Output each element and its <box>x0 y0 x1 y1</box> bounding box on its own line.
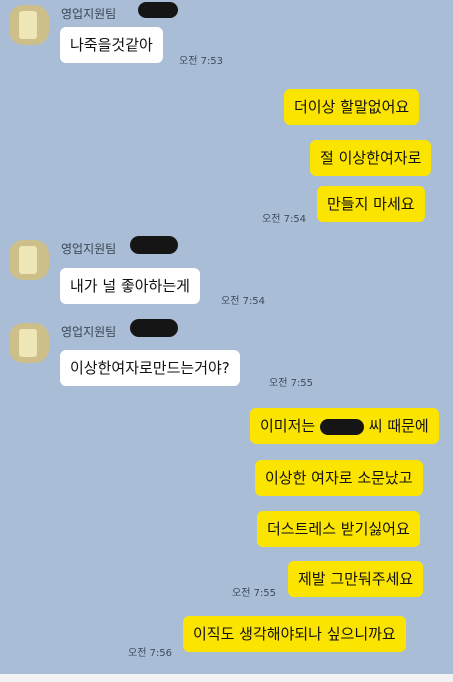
message-bubble-incoming[interactable]: 내가 널 좋아하는게 <box>60 268 200 304</box>
message-bubble-outgoing[interactable]: 절 이상한여자로 <box>310 140 432 176</box>
sender-name: 영업지원팀 <box>61 7 117 21</box>
sender-avatar[interactable] <box>9 5 49 45</box>
message-time: 오전 7:54 <box>221 296 266 307</box>
message-time: 오전 7:54 <box>262 214 307 225</box>
message-time: 오전 7:53 <box>179 56 224 67</box>
message-time: 오전 7:55 <box>232 588 277 599</box>
redaction-mark <box>130 319 178 337</box>
sender-avatar[interactable] <box>9 323 49 363</box>
redaction-mark <box>319 418 364 435</box>
message-bubble-outgoing[interactable]: 더스트레스 받기싫어요 <box>257 511 420 547</box>
message-time: 오전 7:55 <box>269 378 314 389</box>
message-text: 이미저는 <box>260 417 316 435</box>
message-bubble-outgoing[interactable]: 이상한 여자로 소문났고 <box>255 460 423 496</box>
message-bubble-outgoing[interactable]: 제발 그만둬주세요 <box>288 561 424 597</box>
message-bubble-outgoing[interactable]: 더이상 할말없어요 <box>284 89 420 125</box>
message-bubble-outgoing[interactable]: 만들지 마세요 <box>317 186 425 222</box>
sender-name: 영업지원팀 <box>61 242 117 256</box>
message-time: 오전 7:56 <box>128 648 173 659</box>
sender-name: 영업지원팀 <box>61 325 117 339</box>
chat-area: 영업지원팀 나죽을것같아 오전 7:53 더이상 할말없어요 절 이상한여자로 … <box>0 0 453 682</box>
message-bubble-outgoing[interactable]: 이직도 생각해야되나 싶으니까요 <box>183 616 406 652</box>
message-text: 씨 때문에 <box>368 417 429 435</box>
message-bubble-incoming[interactable]: 나죽을것같아 <box>60 27 163 63</box>
redaction-mark <box>138 2 178 18</box>
sender-avatar[interactable] <box>9 240 49 280</box>
next-chat-strip <box>0 674 453 682</box>
message-bubble-outgoing[interactable]: 이미저는 씨 때문에 <box>250 408 439 444</box>
message-bubble-incoming[interactable]: 이상한여자로만드는거야? <box>60 350 240 386</box>
redaction-mark <box>130 236 178 254</box>
